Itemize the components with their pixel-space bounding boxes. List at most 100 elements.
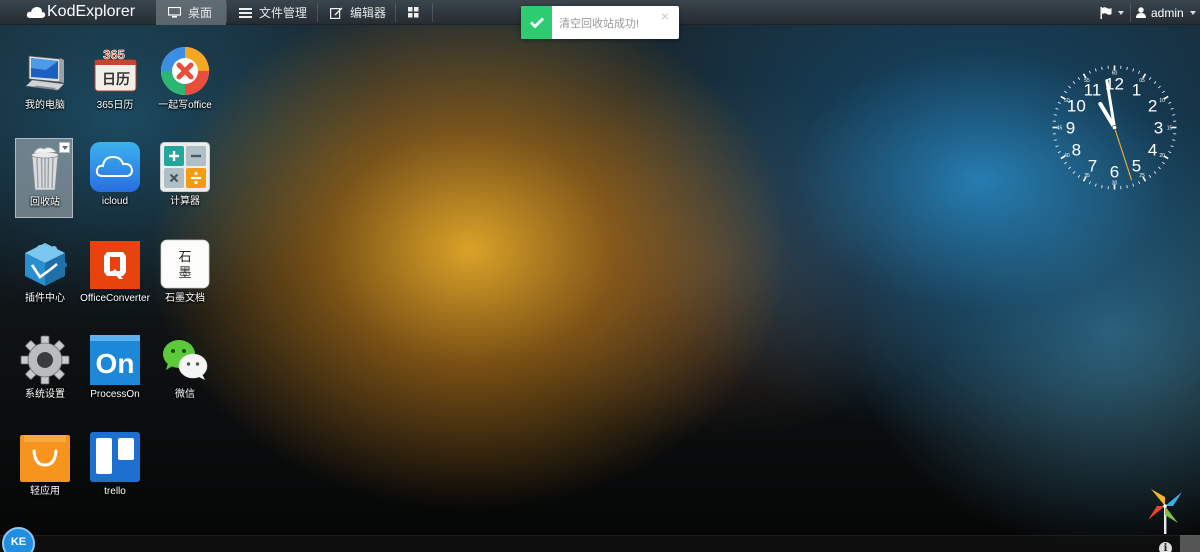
- gear-icon: [20, 335, 70, 385]
- clock-tick: [1094, 183, 1097, 187]
- processon-icon: On: [90, 335, 140, 385]
- flag-icon: [1100, 6, 1112, 19]
- shimo-icon: 石 墨: [160, 239, 210, 289]
- edit-icon: [330, 7, 343, 19]
- calendar-365-art-number: 365: [103, 47, 125, 62]
- clock-tick: [1172, 139, 1176, 141]
- clock-tick: [1053, 114, 1057, 116]
- clock-hour-number: 7: [1088, 157, 1097, 176]
- clock-tick: [1168, 101, 1172, 104]
- desktop-icon-system-settings[interactable]: 系统设置: [16, 331, 74, 411]
- clock-tick: [1064, 161, 1068, 165]
- chevron-down-icon: [1189, 10, 1196, 15]
- desktop-icon-office-write[interactable]: 一起写office: [156, 42, 214, 122]
- desktop-icon-label: 计算器: [170, 196, 200, 207]
- clock-tick: [1088, 181, 1091, 185]
- clock-hour-number: 9: [1066, 119, 1075, 138]
- desktop-icon-my-computer[interactable]: 我的电脑: [16, 42, 74, 122]
- clock-hour-number: 1: [1132, 80, 1141, 99]
- clock-tick: [1126, 66, 1128, 70]
- tab-file-manager[interactable]: 文件管理: [227, 0, 319, 25]
- desktop-icon-365-calendar[interactable]: 365 日历 365 日历: [86, 42, 144, 122]
- toast-message: 清空回收站成功!: [559, 18, 640, 30]
- desktop-icon: [168, 7, 181, 18]
- clock-tick: [1057, 101, 1061, 104]
- desktop-icon-recycle-bin[interactable]: 回收站: [15, 138, 73, 218]
- clock-hour-number: 3: [1154, 119, 1163, 138]
- brand-logo[interactable]: KodExplorer: [26, 1, 135, 23]
- calculator-icon: [160, 142, 210, 192]
- clock-tick: [1053, 139, 1057, 141]
- nav-divider: [432, 3, 433, 22]
- clock-tick: [1138, 181, 1141, 185]
- desktop-icon-processon[interactable]: On ProcessOn: [86, 331, 144, 411]
- clock-tick: [1088, 70, 1091, 74]
- clock-tick: [1161, 161, 1165, 165]
- clock-minute-number: 40: [1064, 153, 1070, 159]
- desktop-icon-calculator[interactable]: 计算器: [156, 138, 214, 218]
- clock-hour-number: 8: [1072, 141, 1081, 160]
- desktop-icon-trello[interactable]: trello: [86, 428, 144, 508]
- tab-editor[interactable]: 编辑器: [318, 0, 398, 25]
- clock-tick: [1138, 70, 1141, 74]
- plugin-cube-icon: [25, 243, 67, 286]
- user-name: admin: [1151, 5, 1184, 20]
- office-write-icon: [161, 47, 209, 95]
- desktop-icon-label: 微信: [175, 389, 195, 400]
- tab-desktop[interactable]: 桌面: [156, 0, 226, 25]
- calendar-365-art-text: 日历: [102, 72, 130, 88]
- clock-tick: [1077, 77, 1081, 81]
- clock-tick: [1068, 85, 1071, 89]
- clock-hour-number: 5: [1132, 157, 1141, 176]
- user-icon: [1136, 7, 1146, 18]
- grid-icon: [408, 7, 419, 18]
- clock-tick: [1072, 171, 1076, 174]
- clock-widget[interactable]: 600510152025303540455055 12 1234567891011: [1047, 60, 1182, 195]
- wechat-icon: [163, 340, 208, 380]
- desktop-icon-label: icloud: [101, 196, 129, 207]
- desktop-icon-label: 一起写office: [158, 100, 212, 111]
- clock-tick: [1170, 107, 1174, 110]
- clock-hour-number: 2: [1148, 97, 1157, 116]
- clock-hour-number: 4: [1148, 141, 1157, 160]
- clock-tick: [1170, 145, 1174, 148]
- trello-icon: [90, 432, 140, 482]
- desktop-icon-plugin-center[interactable]: 插件中心: [16, 235, 74, 315]
- clock-tick: [1153, 171, 1157, 174]
- taskbar: [0, 535, 1200, 552]
- desktop-icon-label: 我的电脑: [25, 100, 65, 111]
- desktop-icon-label: 轻应用: [30, 486, 60, 497]
- desktop-icon-icloud[interactable]: icloud: [86, 138, 144, 218]
- show-desktop-button[interactable]: [1180, 535, 1200, 552]
- clock-minute-number: 15: [1167, 126, 1173, 132]
- close-icon[interactable]: ×: [661, 9, 669, 23]
- desktop-icon-shimo-docs[interactable]: 石 墨 石墨文档: [156, 235, 214, 315]
- icloud-icon: [90, 142, 140, 192]
- tab-file-manager-label: 文件管理: [259, 6, 308, 20]
- chevron-down-icon: [1118, 10, 1124, 15]
- chevron-down-icon[interactable]: [59, 142, 70, 153]
- clock-tick: [1148, 77, 1152, 81]
- clock-tick: [1057, 151, 1061, 154]
- language-menu[interactable]: [1100, 0, 1124, 25]
- tab-editor-label: 编辑器: [350, 6, 387, 20]
- desktop-icon-label: trello: [104, 486, 126, 497]
- brand-name: KodExplorer: [47, 3, 136, 20]
- user-menu[interactable]: admin: [1136, 0, 1196, 25]
- office-converter-icon: [90, 241, 140, 289]
- clock-tick: [1158, 85, 1161, 89]
- desktop-icon-label: 回收站: [30, 197, 60, 208]
- clock-tick: [1148, 174, 1152, 178]
- desktop-icon-label: ProcessOn: [90, 389, 140, 400]
- desktop-icon-office-converter[interactable]: OfficeConverter: [80, 235, 150, 315]
- info-icon[interactable]: i: [1159, 542, 1172, 552]
- desktop-icon-wechat[interactable]: 微信: [156, 331, 214, 411]
- clock-tick: [1126, 185, 1128, 189]
- pinwheel-icon[interactable]: [1146, 486, 1184, 534]
- start-menu-button[interactable]: KE: [2, 527, 35, 552]
- clock-hour-number: 11: [1084, 80, 1102, 99]
- toast-status: [521, 6, 552, 39]
- clock-minute-number: 10: [1159, 98, 1165, 104]
- calendar-365-icon: 365 日历: [94, 47, 137, 92]
- desktop-icon-light-apps[interactable]: 轻应用: [16, 428, 74, 508]
